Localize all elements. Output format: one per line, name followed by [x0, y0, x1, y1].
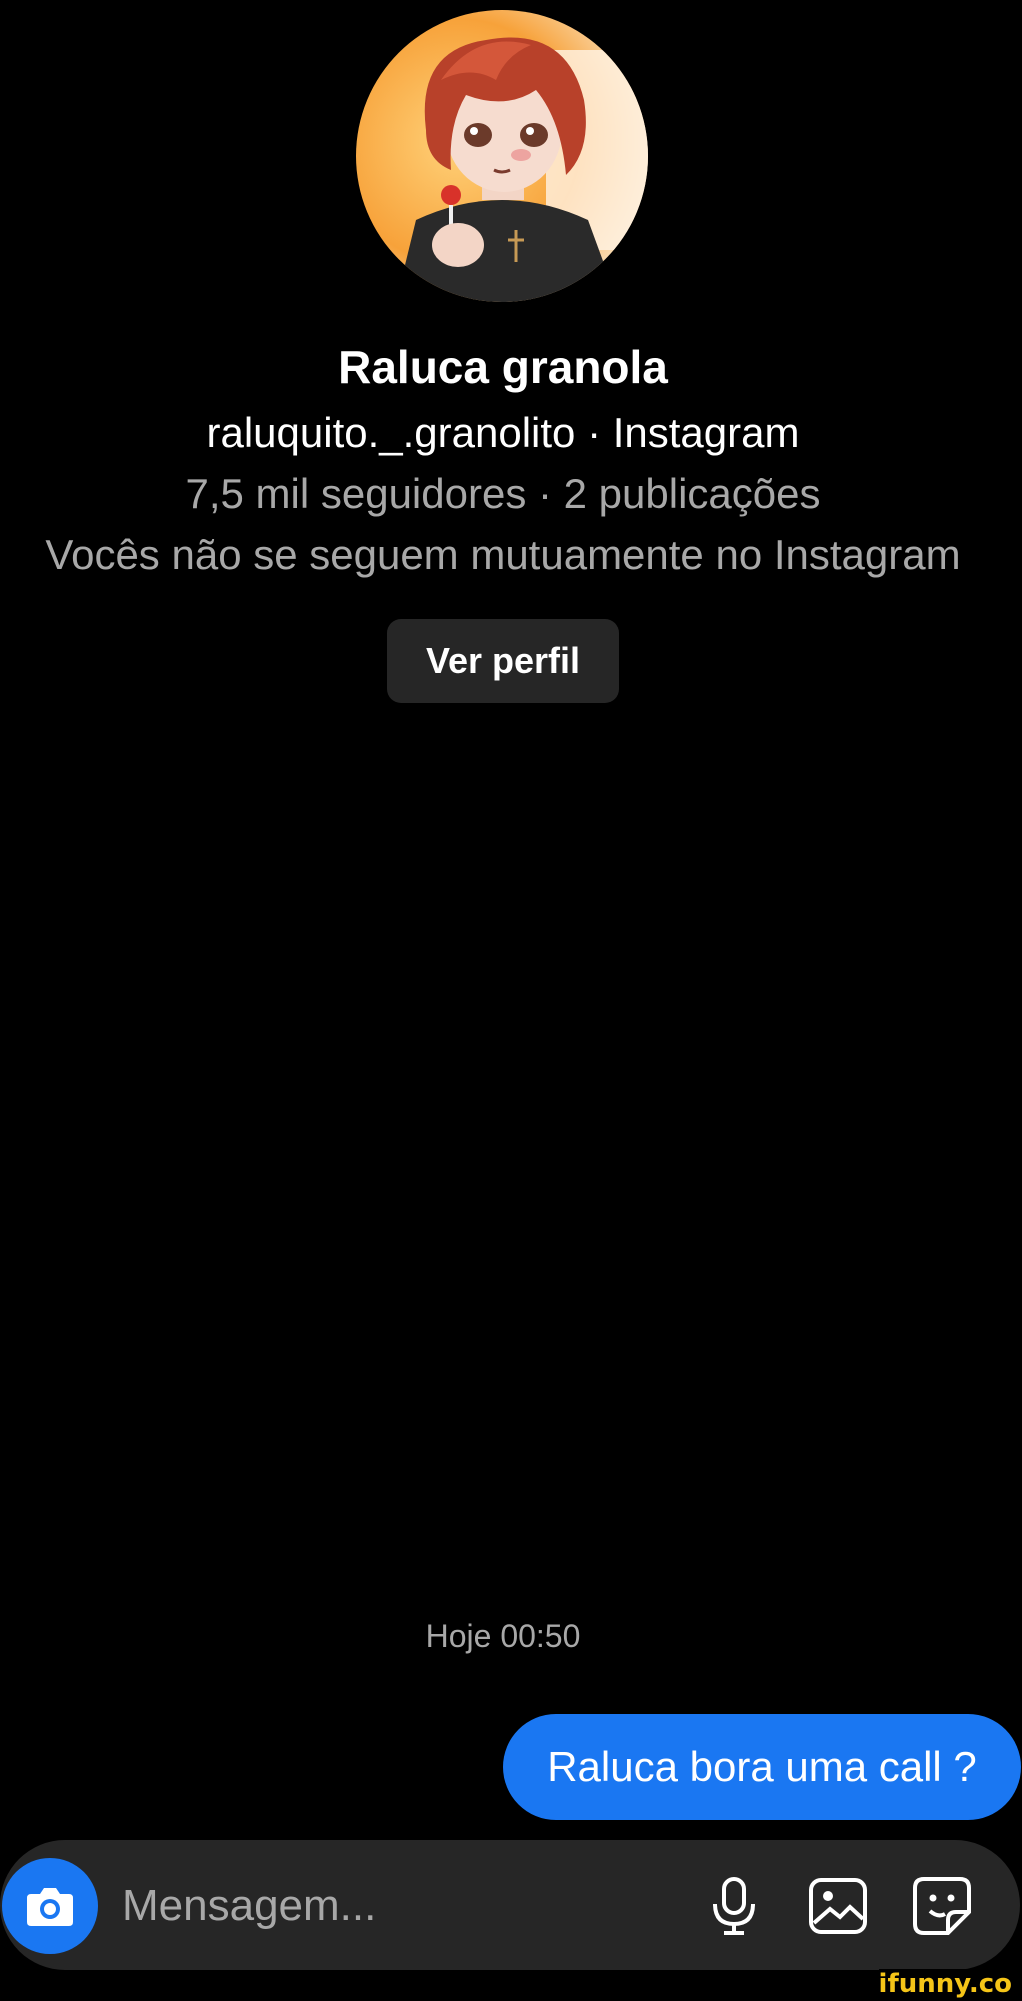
microphone-icon [713, 1877, 755, 1935]
sticker-button[interactable] [910, 1874, 974, 1938]
sent-message-bubble[interactable]: Raluca bora uma call ? [503, 1714, 1021, 1820]
mutual-follow-notice: Vocês não se seguem mutuamente no Instag… [45, 531, 961, 578]
avatar-illustration [356, 10, 648, 302]
gallery-icon [809, 1878, 867, 1934]
profile-stats: 7,5 mil seguidores · 2 publicações [185, 470, 821, 517]
profile-avatar[interactable] [356, 10, 648, 302]
camera-icon [27, 1888, 73, 1926]
gallery-button[interactable] [806, 1874, 870, 1938]
sticker-icon [913, 1877, 971, 1935]
message-text: Raluca bora uma call ? [547, 1743, 977, 1790]
ifunny-watermark: ifunny.co [878, 1969, 1012, 1999]
profile-handle: raluquito._.granolito · Instagram [206, 409, 800, 456]
view-profile-button[interactable]: Ver perfil [387, 619, 619, 703]
message-composer [0, 1840, 1020, 1970]
camera-button[interactable] [2, 1858, 98, 1954]
message-input[interactable] [120, 1870, 664, 1942]
profile-name: Raluca granola [338, 341, 668, 393]
microphone-button[interactable] [702, 1874, 766, 1938]
message-timestamp: Hoje 00:50 [425, 1618, 581, 1654]
